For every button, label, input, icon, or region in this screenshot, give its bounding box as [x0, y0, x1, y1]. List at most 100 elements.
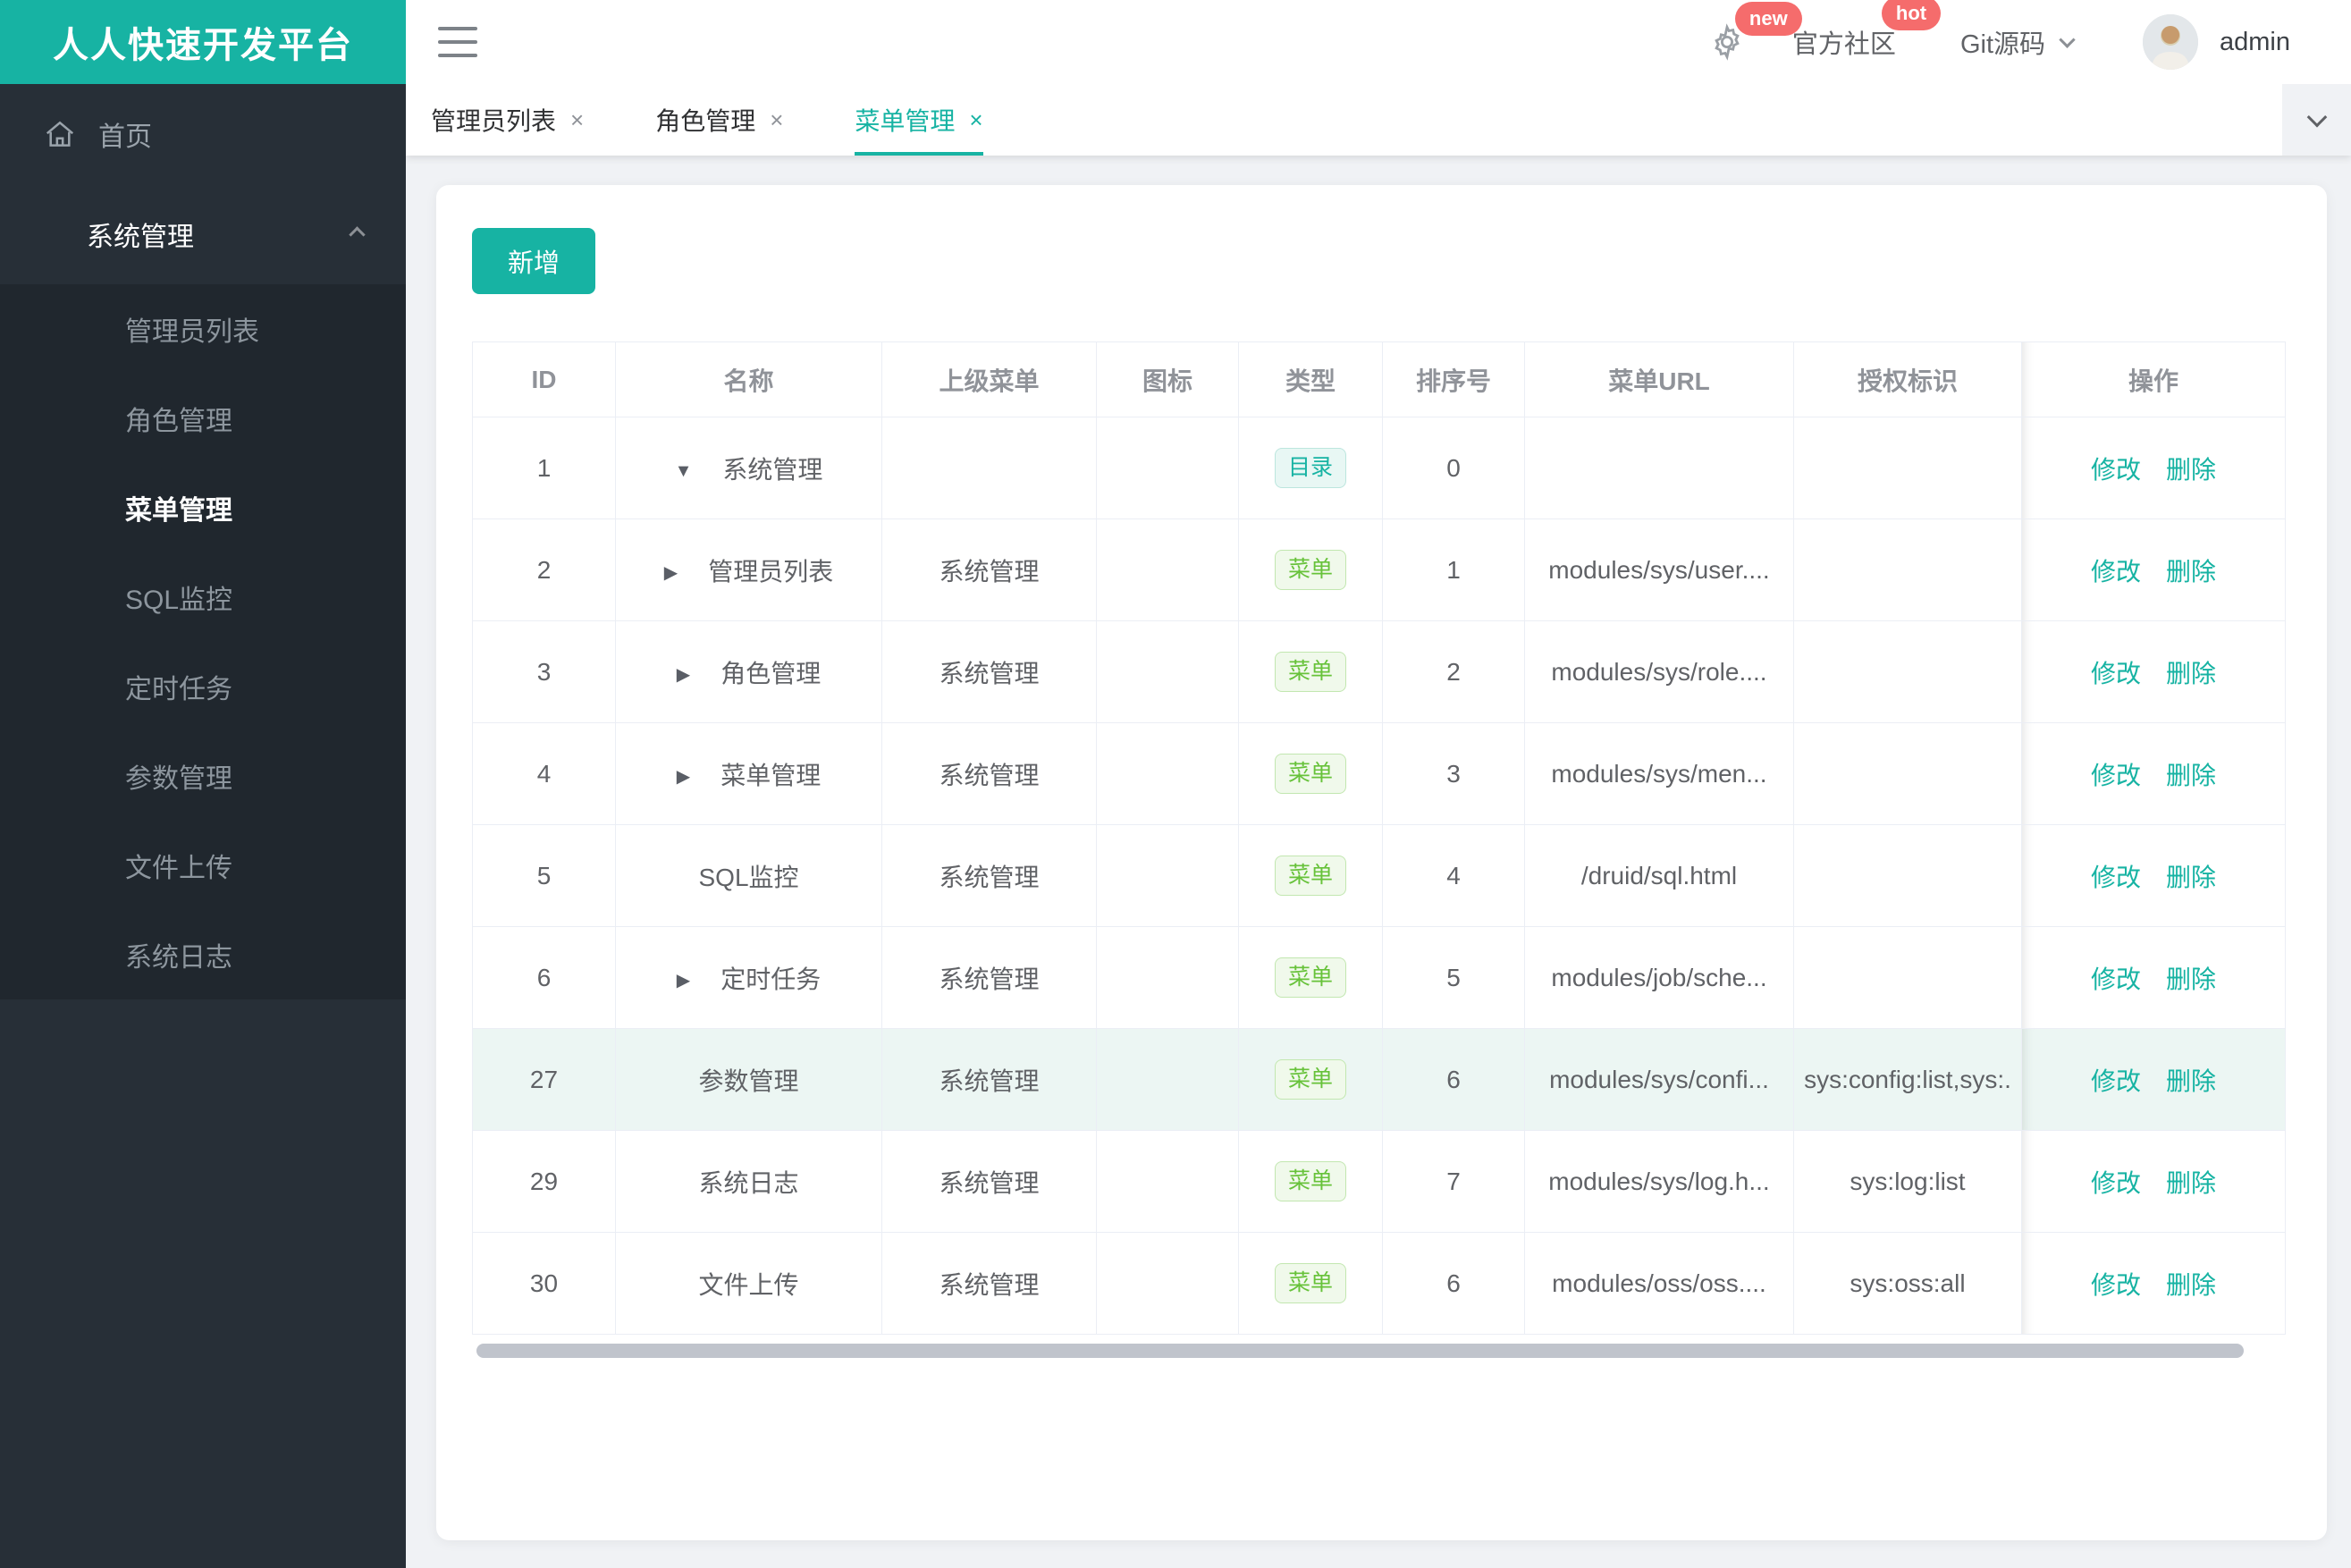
- cell-name: ▶ 菜单管理: [615, 722, 882, 825]
- tab[interactable]: 菜单管理 ×: [855, 84, 983, 156]
- add-button[interactable]: 新增: [472, 228, 595, 294]
- cell-parent: 系统管理: [881, 926, 1097, 1029]
- sidebar-sub-item-label: 系统日志: [125, 943, 232, 973]
- sidebar-sub-item-label: 角色管理: [125, 407, 232, 436]
- expand-arrow-icon[interactable]: ▶: [677, 969, 690, 991]
- cell-perm: sys:config:list,sys:.: [1793, 1028, 2022, 1131]
- sidebar-sub-item[interactable]: 菜单管理: [0, 463, 406, 552]
- cell-parent: 系统管理: [881, 620, 1097, 723]
- delete-link[interactable]: 删除: [2166, 558, 2216, 586]
- git-source-menu[interactable]: Git源码: [1960, 23, 2076, 61]
- sidebar-sub-item[interactable]: 系统日志: [0, 910, 406, 999]
- cell-icon: [1096, 824, 1239, 927]
- col-actions: 操作: [2021, 341, 2286, 417]
- delete-link[interactable]: 删除: [2166, 1067, 2216, 1095]
- table-row: 5 SQL监控 系统管理 菜单 4 /druid/sql.html 修改 删除: [472, 824, 2286, 927]
- table-row: 29 系统日志 系统管理 菜单 7 modules/sys/log.h... s…: [472, 1130, 2286, 1233]
- cell-name: ▶ 定时任务: [615, 926, 882, 1029]
- community-link[interactable]: 官方社区 hot: [1792, 0, 1942, 61]
- cell-parent: 系统管理: [881, 1130, 1097, 1233]
- cell-id: 4: [472, 722, 616, 825]
- edit-link[interactable]: 修改: [2091, 1169, 2141, 1197]
- edit-link[interactable]: 修改: [2091, 456, 2141, 484]
- delete-link[interactable]: 删除: [2166, 762, 2216, 789]
- username-menu[interactable]: admin: [2220, 28, 2290, 57]
- cell-perm: [1793, 620, 2022, 723]
- chevron-down-icon: [2059, 30, 2076, 48]
- cell-icon: [1096, 518, 1239, 621]
- tab-label: 菜单管理: [855, 107, 956, 135]
- table-row: 4 ▶ 菜单管理 系统管理 菜单 3 modules/sys/men... 修改删…: [472, 722, 2286, 825]
- table-row: 27 参数管理 系统管理 菜单 6 modules/sys/confi... s…: [472, 1028, 2286, 1131]
- sidebar-sub-item[interactable]: 参数管理: [0, 731, 406, 821]
- chevron-down-icon: [2306, 106, 2327, 128]
- edit-link[interactable]: 修改: [2091, 558, 2141, 586]
- sidebar-sub-item-label: SQL监控: [125, 586, 233, 615]
- edit-link[interactable]: 修改: [2091, 864, 2141, 891]
- type-tag: 菜单: [1274, 957, 1346, 998]
- expand-arrow-icon[interactable]: ▶: [677, 663, 690, 686]
- tabs-dropdown-button[interactable]: [2282, 84, 2351, 156]
- type-tag: 菜单: [1274, 1263, 1346, 1303]
- sidebar-sub-item-label: 文件上传: [125, 854, 232, 883]
- cell-type: 菜单: [1238, 1130, 1383, 1233]
- expand-arrow-icon[interactable]: ▶: [664, 561, 678, 584]
- tab-close-icon[interactable]: ×: [969, 106, 982, 134]
- cell-order: 6: [1382, 1028, 1525, 1131]
- delete-link[interactable]: 删除: [2166, 456, 2216, 484]
- expand-arrow-icon[interactable]: ▶: [677, 765, 690, 788]
- tab-close-icon[interactable]: ×: [770, 106, 783, 134]
- cell-parent: 系统管理: [881, 824, 1097, 927]
- cell-type: 菜单: [1238, 722, 1383, 825]
- sidebar-sub-item[interactable]: 管理员列表: [0, 284, 406, 374]
- cell-parent: 系统管理: [881, 518, 1097, 621]
- sidebar-toggle-icon[interactable]: [438, 27, 477, 57]
- delete-link[interactable]: 删除: [2166, 660, 2216, 687]
- table-row: 30 文件上传 系统管理 菜单 6 modules/oss/oss.... sy…: [472, 1232, 2286, 1335]
- theme-gear-button[interactable]: new: [1708, 2, 1802, 61]
- sidebar-group-system[interactable]: 系统管理: [0, 184, 406, 284]
- col-type: 类型: [1238, 341, 1383, 417]
- cell-url: modules/job/sche...: [1524, 926, 1794, 1029]
- brand-logo: 人人快速开发平台: [0, 0, 406, 84]
- cell-url: modules/sys/confi...: [1524, 1028, 1794, 1131]
- tab[interactable]: 管理员列表 ×: [431, 84, 584, 156]
- menu-name: 文件上传: [698, 1270, 799, 1299]
- menu-name: 系统管理: [722, 455, 823, 484]
- sidebar-item-home[interactable]: 首页: [0, 84, 406, 184]
- cell-perm: [1793, 417, 2022, 519]
- delete-link[interactable]: 删除: [2166, 965, 2216, 993]
- sidebar-sub-item-label: 定时任务: [125, 675, 232, 704]
- sidebar-home-label: 首页: [98, 122, 152, 152]
- cell-actions: 修改 删除: [2021, 722, 2286, 825]
- delete-link[interactable]: 删除: [2166, 864, 2216, 891]
- expand-arrow-icon[interactable]: ▼: [675, 461, 693, 482]
- sidebar-submenu: 管理员列表 角色管理 菜单管理 SQL监控 定时任务 参数管理 文件上传 系统日…: [0, 284, 406, 999]
- cell-type: 菜单: [1238, 620, 1383, 723]
- type-tag: 菜单: [1274, 1059, 1346, 1100]
- tab-close-icon[interactable]: ×: [570, 106, 584, 134]
- user-avatar[interactable]: [2143, 14, 2198, 70]
- cell-actions: 修改 删除: [2021, 1232, 2286, 1335]
- tab[interactable]: 角色管理 ×: [655, 84, 783, 156]
- cell-url: [1524, 417, 1794, 519]
- sidebar-sub-item[interactable]: 角色管理: [0, 374, 406, 463]
- header-main: new 官方社区 hot Git源码 admin: [406, 0, 2351, 84]
- edit-link[interactable]: 修改: [2091, 965, 2141, 993]
- sidebar-sub-item[interactable]: 文件上传: [0, 821, 406, 910]
- edit-link[interactable]: 修改: [2091, 1271, 2141, 1299]
- scrollbar-thumb[interactable]: [476, 1344, 2244, 1358]
- cell-perm: [1793, 518, 2022, 621]
- delete-link[interactable]: 删除: [2166, 1271, 2216, 1299]
- sidebar-sub-item[interactable]: SQL监控: [0, 552, 406, 642]
- sidebar-sub-item[interactable]: 定时任务: [0, 642, 406, 731]
- app-header: 人人快速开发平台 new 官方社区 hot Git源码 admin: [0, 0, 2351, 84]
- cell-order: 1: [1382, 518, 1525, 621]
- edit-link[interactable]: 修改: [2091, 660, 2141, 687]
- sidebar-sub-item-label: 参数管理: [125, 764, 232, 794]
- delete-link[interactable]: 删除: [2166, 1169, 2216, 1197]
- chevron-up-icon: [349, 225, 366, 243]
- edit-link[interactable]: 修改: [2091, 1067, 2141, 1095]
- col-parent: 上级菜单: [881, 341, 1097, 417]
- edit-link[interactable]: 修改: [2091, 762, 2141, 789]
